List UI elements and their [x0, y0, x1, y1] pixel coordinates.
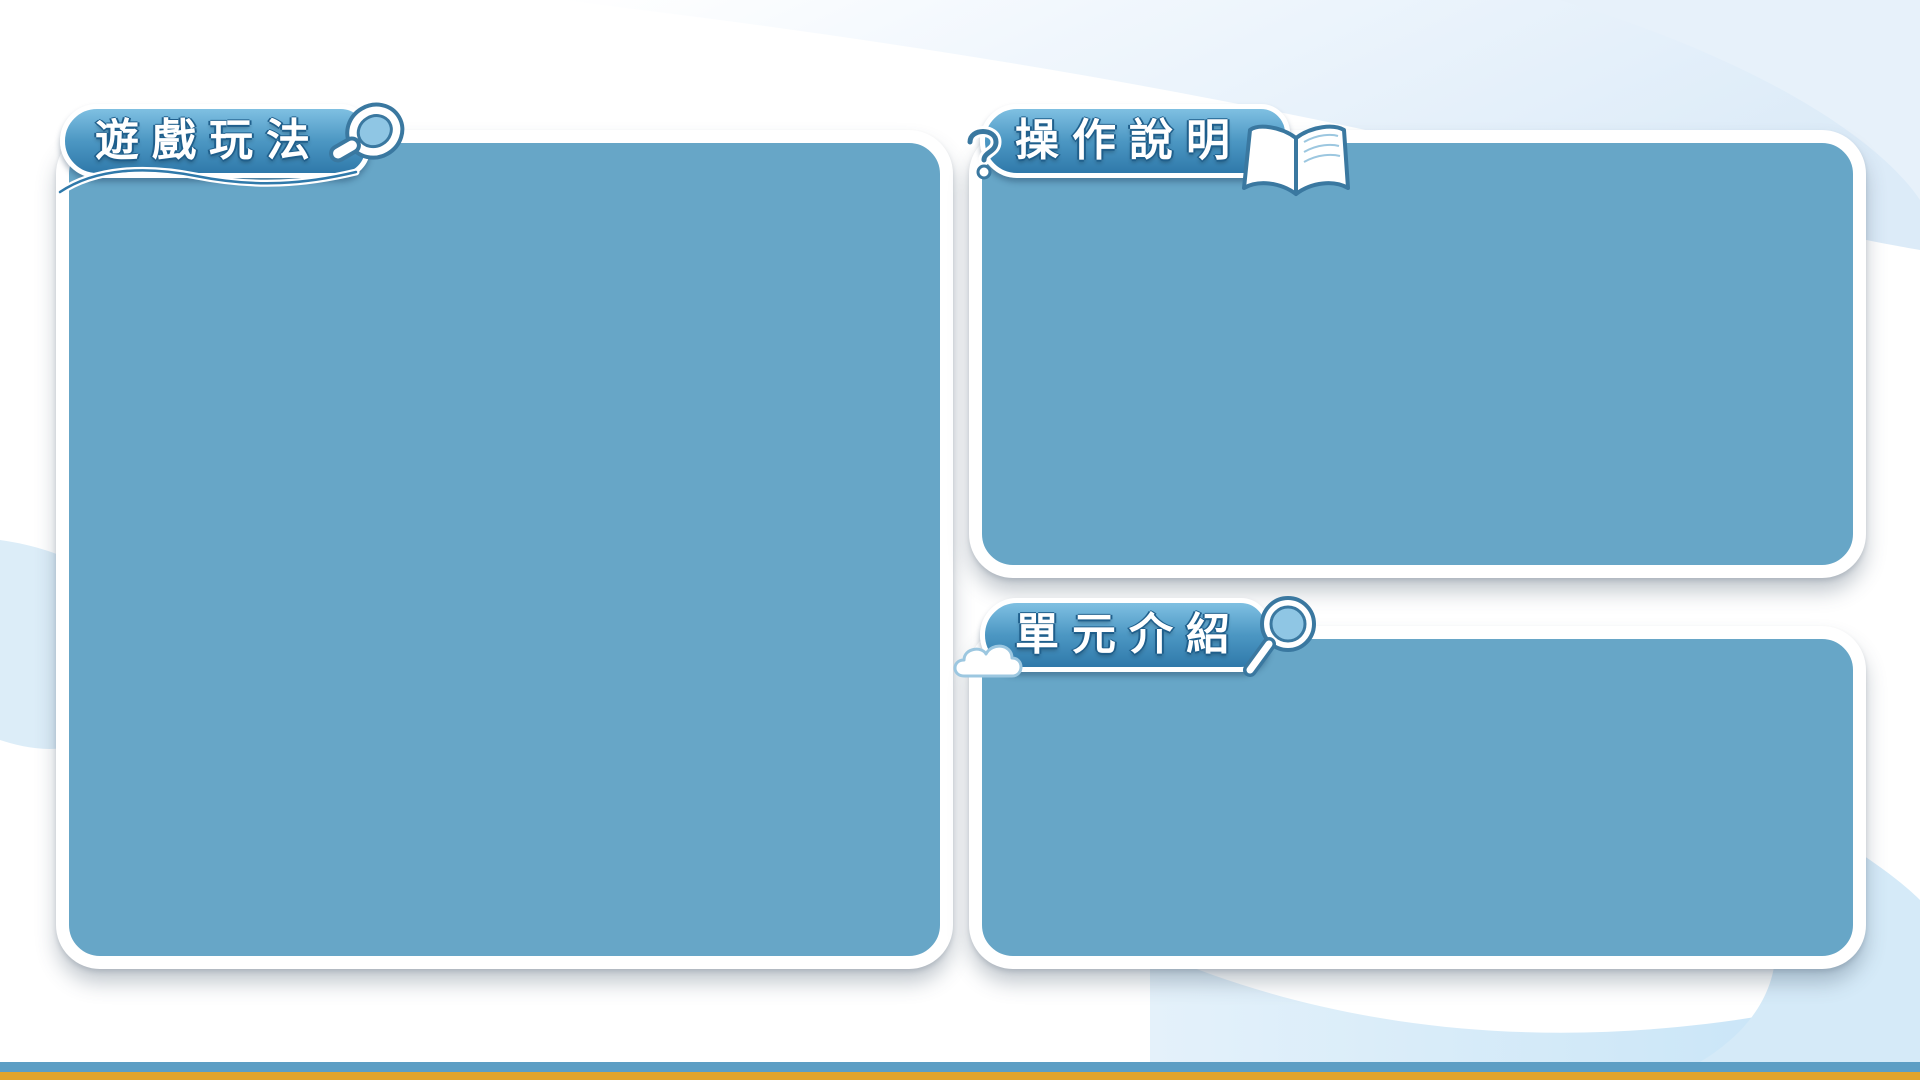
footer-strip [0, 1062, 1920, 1080]
gameplay-title: 遊戲玩法 [95, 115, 323, 166]
instructions-panel [969, 130, 1866, 578]
magnifier-icon [329, 102, 405, 163]
instructions-title: 操作說明 [1015, 115, 1243, 166]
footer-strip-gold [0, 1072, 1920, 1080]
question-mark-icon [964, 126, 1002, 180]
magnifier-icon [1243, 596, 1316, 677]
open-book-icon [1242, 124, 1350, 196]
unit-intro-panel [969, 626, 1866, 969]
footer-strip-blue [0, 1062, 1920, 1072]
cloud-icon [953, 644, 1023, 678]
gameplay-panel [56, 130, 953, 969]
